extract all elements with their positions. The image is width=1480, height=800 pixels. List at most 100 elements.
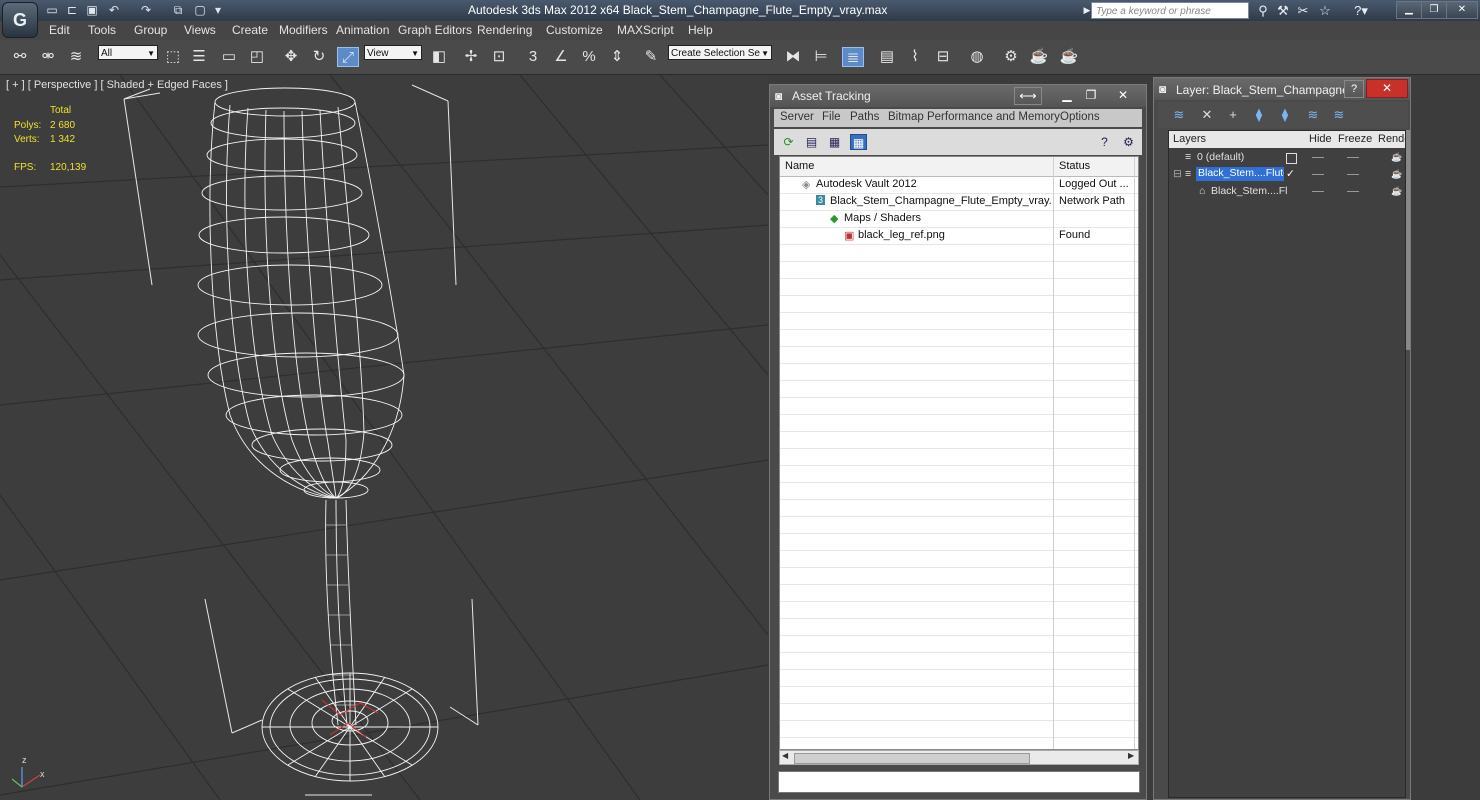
mirror-icon[interactable]: ⧓ (782, 47, 804, 67)
layer-row-black-stem[interactable]: ⊟ ≡ Black_Stem....Flute ✓ ☕ (1169, 166, 1405, 183)
asset-close-button[interactable]: ✕ (1112, 87, 1134, 103)
project-folder-icon[interactable]: ▢ (192, 3, 208, 18)
layer-close-button[interactable]: ✕ (1366, 79, 1408, 98)
column-name-header[interactable]: Name (785, 160, 814, 172)
align-icon[interactable]: ⊨ (810, 47, 832, 67)
graphite-modeling-icon[interactable]: ▤ (876, 47, 898, 67)
menu-rendering[interactable]: Rendering (477, 23, 532, 37)
maximize-button[interactable]: ❐ (1421, 1, 1447, 19)
close-button[interactable]: ✕ (1446, 1, 1478, 19)
layer-row-default[interactable]: ≡ 0 (default) ☕ (1169, 149, 1405, 166)
curve-editor-icon[interactable]: ⌇ (904, 47, 926, 67)
help-question-icon[interactable]: ? (1096, 134, 1113, 150)
application-button[interactable]: G (2, 2, 38, 38)
rotate-icon[interactable]: ↻ (308, 47, 330, 67)
move-icon[interactable]: ✥ (280, 47, 302, 67)
asset-maximize-button[interactable]: ❐ (1080, 87, 1102, 103)
freeze-all-icon[interactable]: ≋ (1330, 107, 1348, 123)
freeze-toggle[interactable] (1347, 191, 1359, 192)
column-divider[interactable] (1053, 157, 1054, 749)
select-manipulate-icon[interactable]: ✢ (460, 47, 482, 67)
bind-space-warp-icon[interactable]: ≋ (65, 47, 87, 67)
render-teapot-icon[interactable]: ☕ (1391, 187, 1402, 196)
menu-edit[interactable]: Edit (49, 23, 70, 37)
column-divider[interactable] (1134, 157, 1135, 749)
menu-tools[interactable]: Tools (88, 23, 116, 37)
render-teapot-icon[interactable]: ☕ (1391, 170, 1402, 179)
new-file-icon[interactable]: ▭ (44, 3, 60, 18)
keyboard-shortcut-override-icon[interactable]: ⊡ (488, 47, 510, 67)
hold-icon[interactable]: ⧉ (170, 3, 186, 18)
spinner-snap-icon[interactable]: ⇕ (606, 47, 628, 67)
freeze-toggle[interactable] (1347, 174, 1359, 175)
favorites-icon[interactable]: ☆ (1316, 3, 1334, 18)
hide-toggle[interactable] (1312, 157, 1324, 158)
scrollbar-thumb[interactable] (794, 753, 1030, 764)
edit-named-selection-icon[interactable]: ✎ (640, 47, 662, 67)
delete-layer-icon[interactable]: ✕ (1198, 107, 1216, 123)
select-by-name-icon[interactable]: ☰ (188, 47, 210, 67)
select-object-icon[interactable]: ⬚ (162, 47, 184, 67)
column-status-header[interactable]: Status (1059, 160, 1090, 172)
save-icon[interactable]: ▣ (84, 3, 100, 18)
hide-toggle[interactable] (1312, 191, 1324, 192)
select-highlighted-icon[interactable]: ⧫ (1250, 107, 1268, 123)
open-file-icon[interactable]: ⊏ (64, 3, 80, 18)
hide-all-icon[interactable]: ≋ (1304, 107, 1322, 123)
table-row[interactable]: ◈ Autodesk Vault 2012 Logged Out ... (780, 177, 1138, 194)
menu-maxscript[interactable]: MAXScript (617, 23, 674, 37)
menu-customize[interactable]: Customize (546, 23, 603, 37)
refresh-icon[interactable]: ⟳ (780, 134, 797, 150)
menu-views[interactable]: Views (184, 23, 216, 37)
thumbnail-view-icon[interactable]: ▦ (826, 134, 843, 150)
dock-toggle-icon[interactable]: ⟷ (1014, 87, 1042, 105)
named-selection-sets-select[interactable]: Create Selection Se ▼ (668, 45, 772, 60)
subscription-icon[interactable]: ⚒ (1274, 3, 1292, 18)
schematic-view-icon[interactable]: ⊟ (932, 47, 954, 67)
asset-menu-paths[interactable]: Paths (850, 111, 879, 123)
vault-options-icon[interactable]: ⚙ (1120, 134, 1137, 150)
snaps-toggle-icon[interactable]: 3 (522, 47, 544, 67)
scale-icon[interactable]: ⤢ (337, 47, 359, 67)
menu-animation[interactable]: Animation (336, 23, 389, 37)
highlight-selected-icon[interactable]: ⧫ (1276, 107, 1294, 123)
table-row[interactable]: 3 Black_Stem_Champagne_Flute_Empty_vray.… (780, 194, 1138, 211)
table-row[interactable]: ◆ Maps / Shaders (780, 211, 1138, 228)
angle-snap-icon[interactable]: ∠ (550, 47, 572, 67)
scroll-left-icon[interactable]: ◀ (782, 751, 788, 760)
layer-manager-icon[interactable]: ≣ (842, 47, 864, 67)
current-layer-checkbox[interactable] (1286, 153, 1297, 164)
current-layer-checkmark-icon[interactable]: ✓ (1286, 168, 1295, 180)
table-row[interactable]: ▣ black_leg_ref.png Found (780, 228, 1138, 245)
scroll-right-icon[interactable]: ▶ (1128, 751, 1134, 760)
table-view-icon[interactable]: ▦ (850, 134, 867, 150)
menu-graph-editors[interactable]: Graph Editors (398, 23, 472, 37)
column-render-header[interactable]: Rende (1378, 133, 1405, 145)
perspective-viewport[interactable]: [ + ] [ Perspective ] [ Shaded + Edged F… (0, 75, 768, 800)
selection-filter-select[interactable]: All ▼ (98, 45, 158, 60)
customize-quick-access-icon[interactable]: ▾ (210, 3, 226, 18)
create-layer-icon[interactable]: ≋ (1170, 107, 1188, 123)
collapse-icon[interactable]: ⊟ (1173, 168, 1182, 180)
hide-toggle[interactable] (1312, 174, 1324, 175)
unlink-icon[interactable]: ⚮ (37, 47, 59, 67)
link-icon[interactable]: ⚯ (9, 47, 31, 67)
asset-tracking-titlebar[interactable]: ◙ Asset Tracking ⟷ ▁ ❐ ✕ (770, 85, 1146, 107)
layer-manager-titlebar[interactable]: ◙ Layer: Black_Stem_Champagne_F... ? ✕ (1154, 78, 1410, 100)
reference-coordinate-select[interactable]: View ▼ (364, 45, 422, 60)
column-hide-header[interactable]: Hide (1309, 133, 1332, 145)
help-icon[interactable]: ?▾ (1348, 3, 1374, 18)
column-freeze-header[interactable]: Freeze (1338, 133, 1372, 145)
menu-group[interactable]: Group (134, 23, 167, 37)
rendered-frame-window-icon[interactable]: ☕ (1028, 47, 1050, 67)
menu-create[interactable]: Create (232, 23, 268, 37)
search-input[interactable]: Type a keyword or phrase (1091, 2, 1249, 19)
layer-vertical-scrollbar[interactable] (1406, 130, 1410, 350)
communication-center-icon[interactable]: ✂ (1294, 3, 1312, 18)
menu-modifiers[interactable]: Modifiers (279, 23, 328, 37)
window-crossing-icon[interactable]: ◰ (246, 47, 268, 67)
render-production-icon[interactable]: ☕ (1058, 47, 1080, 67)
binoculars-icon[interactable]: ⚲ (1254, 3, 1272, 18)
freeze-toggle[interactable] (1347, 157, 1359, 158)
horizontal-scrollbar[interactable]: ◀ ▶ (779, 750, 1139, 765)
